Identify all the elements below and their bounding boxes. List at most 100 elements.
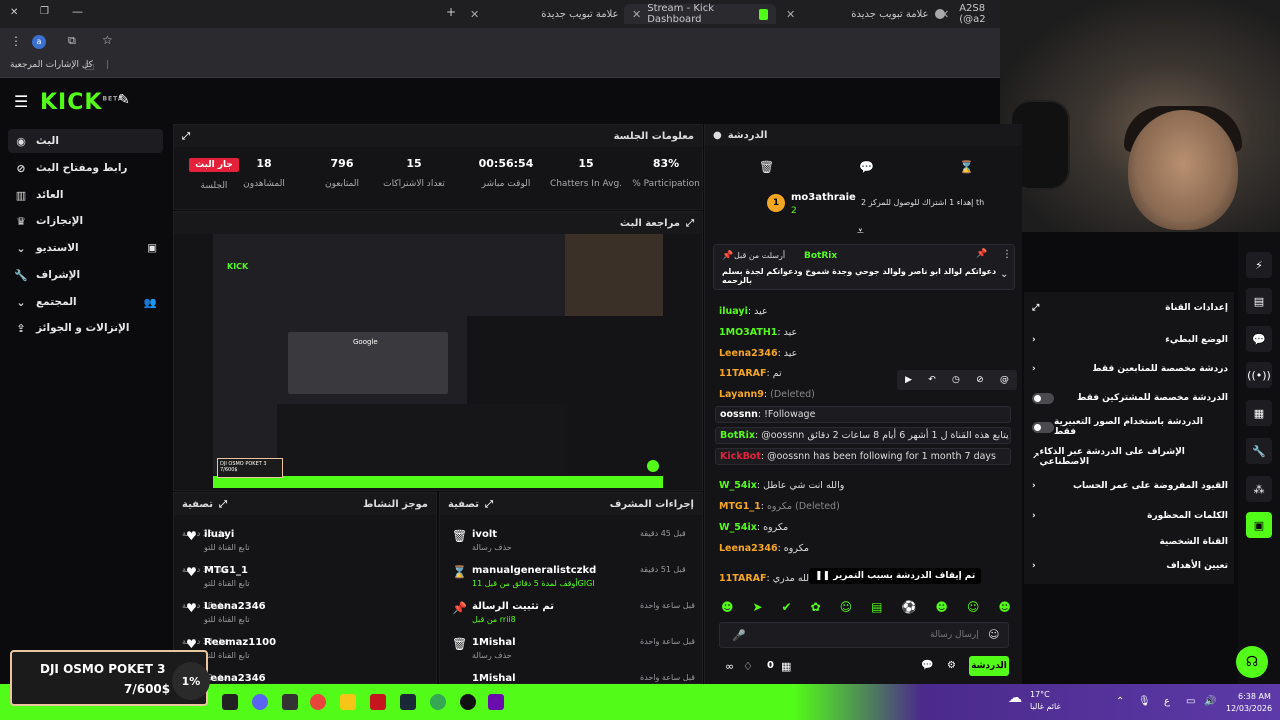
chat-username[interactable]: KickBot <box>720 451 761 462</box>
chat-username[interactable]: W_54ix <box>719 480 757 491</box>
list-item[interactable]: قبل 39 دقيقة Leena2346 <box>174 669 436 685</box>
emote-icon[interactable]: ☻ <box>935 600 948 618</box>
list-item[interactable]: قبل ساعة واحدة تم تثبيت الرسالة من قبل r… <box>440 597 702 633</box>
setting-ai-moderation[interactable]: ↗ الإشراف على الدردشة عبر الذكاء الاصطناع… <box>1032 447 1228 467</box>
filter-button[interactable]: تصفية <box>448 499 479 510</box>
restore-window-icon[interactable]: ❐ <box>40 6 49 17</box>
chrome-active-icon[interactable] <box>430 694 446 710</box>
list-item[interactable]: قبل 37 دقيقة MTG1_1 تابع القناة للتو ♥ <box>174 561 436 597</box>
close-tab-icon[interactable]: ✕ <box>470 8 479 21</box>
emote-icon[interactable]: ☻ <box>998 600 1011 618</box>
hourglass-icon[interactable]: ⌛ <box>959 160 974 174</box>
chat-username[interactable]: oossnn <box>720 409 758 420</box>
setting-slow-mode[interactable]: › الوضع البطيء <box>1032 330 1228 350</box>
wrench-icon[interactable]: 🔧 <box>1246 438 1272 464</box>
help-chat-icon[interactable]: ☊ <box>1236 646 1268 678</box>
extensions-icon[interactable]: ⧉ <box>68 34 76 48</box>
chat-username[interactable]: iluayi <box>719 306 748 317</box>
stream-preview-video[interactable]: Google DJI OSMO POKET 3 7/600$ KICK <box>213 234 663 488</box>
app-icon[interactable] <box>282 694 298 710</box>
setting-account-age[interactable]: › القيود المفروضة على عمر الحساب <box>1032 476 1228 496</box>
more-menu-icon[interactable]: ⋮ <box>10 34 22 48</box>
chat-options-icon[interactable]: 💬 <box>859 160 874 174</box>
mic-tray-icon[interactable]: 🎙 <box>1138 696 1151 707</box>
obs-icon[interactable] <box>460 694 476 710</box>
chat-username[interactable]: BotRix <box>720 430 755 441</box>
image-icon[interactable]: ▣ <box>1246 512 1272 538</box>
chat-username[interactable]: MTG1_1 <box>719 501 761 512</box>
setting-followers-only[interactable]: › دردشة مخصصة للمتابعين فقط <box>1032 359 1228 379</box>
more-menu-icon[interactable]: ⋮ <box>1002 249 1012 260</box>
acrobat-icon[interactable] <box>370 694 386 710</box>
chat-message[interactable]: BotRix: @oossnn يتابع هذه القناة ل 1 أشه… <box>715 427 1011 444</box>
clock-date[interactable]: 12/03/2026 <box>1226 704 1272 713</box>
kicks-icon[interactable]: ▦ <box>781 660 791 673</box>
sidebar-item-achievements[interactable]: ♛ الإنجازات <box>8 209 163 233</box>
emote-icon[interactable]: ➤ <box>753 600 763 618</box>
sidebar-item-stream[interactable]: ◉ البث <box>8 129 163 153</box>
unpin-icon[interactable]: 📌 <box>976 249 987 259</box>
sidebar-item-stream-key[interactable]: ⊘ رابط ومفتاح البث <box>8 156 163 180</box>
chat-input[interactable]: 🎤 إرسال رسالة ☺ <box>719 622 1009 648</box>
play-icon[interactable]: ▶ <box>905 375 912 385</box>
expand-icon[interactable]: ⤢ <box>485 499 493 510</box>
clock-icon[interactable]: ◷ <box>952 375 960 385</box>
profile-avatar[interactable]: a <box>32 35 46 49</box>
chat-username[interactable]: 1MO3ATH1 <box>719 327 777 338</box>
gift-icon[interactable]: ♢ <box>743 660 753 673</box>
emoji-icon[interactable]: ☺ <box>988 628 999 641</box>
community-icon[interactable]: ⁂ <box>1246 476 1272 502</box>
steam-icon[interactable] <box>400 694 416 710</box>
chat-message[interactable]: 11TARAF: تم <box>719 368 782 379</box>
discord-icon[interactable] <box>252 694 268 710</box>
infinity-icon[interactable]: ∞ <box>725 660 734 673</box>
toggle-switch[interactable] <box>1032 421 1054 433</box>
file-explorer-icon[interactable] <box>340 694 356 710</box>
emote-icon[interactable]: ✿ <box>811 600 821 618</box>
chat-username[interactable]: Leena2346 <box>719 348 778 359</box>
sidebar-item-revenue[interactable]: ▥ العائد <box>8 183 163 207</box>
gear-icon[interactable]: ⚙ <box>947 660 956 671</box>
broadcast-icon[interactable]: ((•)) <box>1246 362 1272 388</box>
chrome-icon[interactable] <box>310 694 326 710</box>
chat-username[interactable]: Leena2346 <box>719 543 778 554</box>
chat-message[interactable]: Leena2346: عيد <box>719 348 797 359</box>
toggle-switch[interactable] <box>1032 392 1054 404</box>
trash-icon[interactable]: 🗑 <box>759 160 774 174</box>
chat-username[interactable]: 11TARAF <box>719 368 766 379</box>
ban-icon[interactable]: ⊘ <box>976 375 984 385</box>
chevron-down-icon[interactable]: ⌄ <box>1000 269 1008 280</box>
close-window-icon[interactable]: ✕ <box>10 7 18 18</box>
clock-time[interactable]: 6:38 AM <box>1238 692 1271 701</box>
document-icon[interactable]: ▤ <box>1246 288 1272 314</box>
send-chat-button[interactable]: الدردشة <box>969 656 1009 676</box>
chat-message[interactable]: MTG1_1: مكروه (Deleted) <box>719 501 840 512</box>
hamburger-menu-icon[interactable]: ☰ <box>14 92 28 111</box>
winrar-icon[interactable] <box>488 694 504 710</box>
new-tab-icon[interactable]: + <box>446 5 456 19</box>
chat-username[interactable]: Layann9 <box>719 389 764 400</box>
list-item[interactable]: قبل ساعة واحدة 1Mishal حذف رسالة 🗑 <box>440 633 702 669</box>
chat-message[interactable]: oossnn: !Followage <box>715 406 1011 423</box>
emote-icon[interactable]: ⚽ <box>901 600 916 618</box>
bookmark-star-icon[interactable]: ☆ <box>102 33 113 47</box>
emote-icon[interactable]: ☺ <box>840 600 853 618</box>
chat-message[interactable]: KickBot: @oossnn has been following for … <box>715 448 1011 465</box>
emote-icon[interactable]: ☻ <box>721 600 734 618</box>
setting-goals[interactable]: › تعيين الأهداف <box>1032 556 1228 576</box>
tab-new-1[interactable]: ✕ علامة تبويب جديدة <box>470 4 635 24</box>
chat-bubble-icon[interactable]: 💬 <box>921 660 933 671</box>
kick-logo[interactable]: KICKBETA <box>40 90 123 115</box>
lightning-icon[interactable]: ⚡ <box>1246 252 1272 278</box>
list-item[interactable]: قبل 38 دقيقة Leena2346 تابع القناة للتو … <box>174 597 436 633</box>
close-tab-icon[interactable]: ✕ <box>786 8 795 21</box>
setting-emotes-only[interactable]: الدردشة باستخدام الصور التعبيرية فقط <box>1032 417 1228 437</box>
chat-message[interactable]: W_54ix: والله انت شي عاطل <box>719 480 844 491</box>
chat-message[interactable]: Layann9: (Deleted) <box>719 389 815 400</box>
minimize-window-icon[interactable]: — <box>72 5 83 18</box>
list-item[interactable]: قبل 35 دقيقة iluayi تابع القناة للتو ♥ <box>174 525 436 561</box>
setting-subscribers-only[interactable]: الدردشة مخصصة للمشتركين فقط <box>1032 388 1228 408</box>
filter-button[interactable]: تصفية <box>182 499 213 510</box>
pinned-message[interactable]: 📌 أرسلت من قبل BotRix دعواتكم لوالد ابو … <box>713 244 1015 290</box>
list-item[interactable]: قبل 45 دقيقة ivolt حذف رسالة 🗑 <box>440 525 702 561</box>
